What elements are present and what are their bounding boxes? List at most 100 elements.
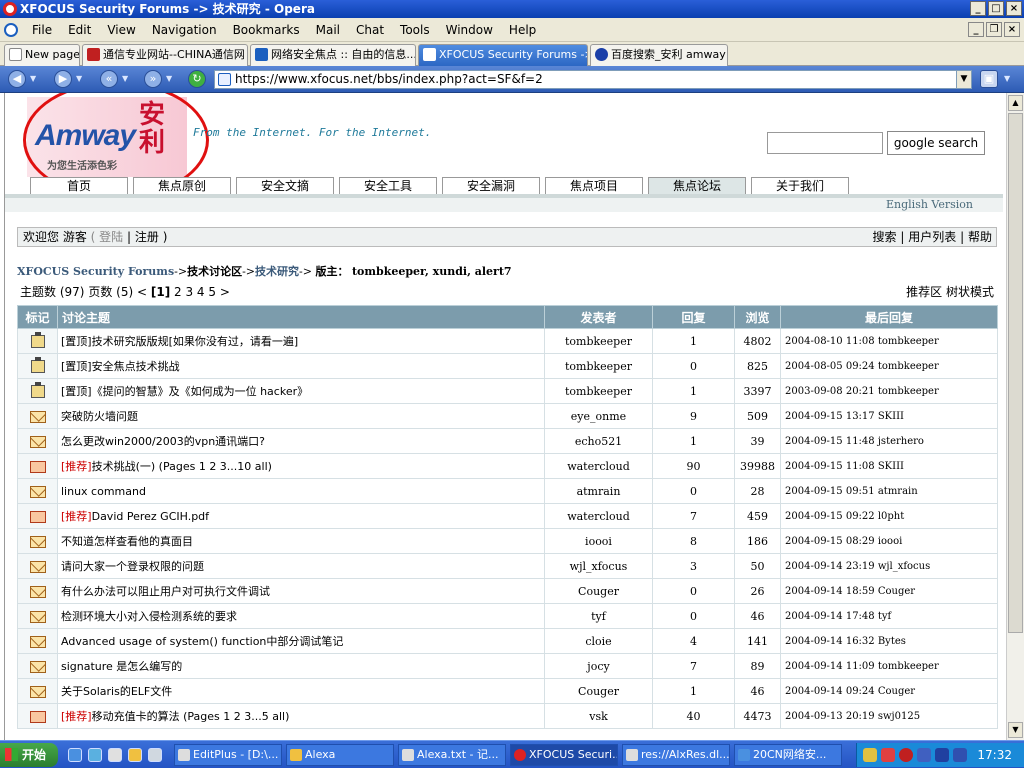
topic-author[interactable]: tombkeeper — [544, 328, 653, 354]
help-link[interactable]: 帮助 — [968, 230, 992, 244]
topic-title-link[interactable]: linux command — [61, 485, 146, 498]
task-20cn[interactable]: 20CN网络安... — [734, 744, 842, 766]
desktop-quicklaunch-icon[interactable] — [128, 748, 142, 762]
rewind-button[interactable]: « — [100, 70, 118, 88]
pager-next[interactable]: > — [220, 285, 230, 299]
task-alexa-notepad[interactable]: Alexa.txt - 记... — [398, 744, 506, 766]
topic-author[interactable]: vsk — [544, 703, 653, 729]
tray-opera-icon[interactable] — [899, 748, 913, 762]
fast-forward-button[interactable]: » — [144, 70, 162, 88]
nav-tools[interactable]: 安全工具 — [339, 177, 437, 195]
search-link[interactable]: 搜索 — [873, 230, 897, 244]
tab-xfocus-home[interactable]: 网络安全焦点 :: 自由的信息... — [250, 44, 416, 66]
topic-author[interactable]: watercloud — [544, 503, 653, 529]
close-button[interactable]: × — [1006, 1, 1022, 16]
menu-file[interactable]: File — [32, 23, 52, 37]
task-editplus[interactable]: EditPlus - [D:\... — [174, 744, 282, 766]
topic-title-link[interactable]: signature 是怎么编写的 — [61, 660, 182, 673]
nav-vulns[interactable]: 安全漏洞 — [442, 177, 540, 195]
forward-button[interactable]: ▶ — [54, 70, 72, 88]
topic-author[interactable]: tombkeeper — [544, 353, 653, 379]
login-link[interactable]: 登陆 — [99, 230, 123, 244]
nav-home[interactable]: 首页 — [30, 177, 128, 195]
topic-title-link[interactable]: David Perez GCIH.pdf — [92, 510, 209, 523]
pager-prev[interactable]: < — [137, 285, 147, 299]
panel-toggle-button[interactable]: ▣ — [980, 70, 998, 88]
tray-app-icon[interactable] — [881, 748, 895, 762]
topic-author[interactable]: ioooi — [544, 528, 653, 554]
doc-minimize-button[interactable]: _ — [968, 22, 984, 37]
english-version-link[interactable]: English Version — [886, 198, 973, 211]
register-link[interactable]: 注册 — [135, 230, 159, 244]
recommend-link[interactable]: 推荐区 — [906, 285, 942, 299]
menu-mail[interactable]: Mail — [316, 23, 340, 37]
tray-app-icon[interactable] — [917, 748, 931, 762]
nav-original[interactable]: 焦点原创 — [133, 177, 231, 195]
topic-last-reply[interactable]: 2004-09-15 09:51 atmrain — [780, 478, 998, 504]
tray-language-icon[interactable] — [935, 748, 949, 762]
topic-title-link[interactable]: 安全焦点技术挑战 — [92, 360, 180, 373]
scroll-down-icon[interactable]: ▼ — [1008, 722, 1023, 738]
google-search-input[interactable] — [767, 132, 883, 154]
scroll-up-icon[interactable]: ▲ — [1008, 95, 1023, 111]
topic-author[interactable]: atmrain — [544, 478, 653, 504]
topic-last-reply[interactable]: 2004-09-15 11:08 SKIII — [780, 453, 998, 479]
topic-last-reply[interactable]: 2004-09-15 13:17 SKIII — [780, 403, 998, 429]
topic-last-reply[interactable]: 2004-09-15 08:29 ioooi — [780, 528, 998, 554]
topic-author[interactable]: Couger — [544, 578, 653, 604]
fast-forward-menu-icon[interactable]: ▼ — [166, 74, 172, 83]
breadcrumb-section[interactable]: 技术讨论区 — [187, 265, 242, 278]
topic-last-reply[interactable]: 2004-09-14 11:09 tombkeeper — [780, 653, 998, 679]
topic-author[interactable]: tombkeeper — [544, 378, 653, 404]
topic-title-link[interactable]: 《提问的智慧》及《如何成为一位 hacker》 — [92, 385, 309, 398]
breadcrumb-forums[interactable]: XFOCUS Security Forums — [17, 265, 174, 278]
opera-menu-icon[interactable] — [4, 23, 18, 37]
menu-bookmarks[interactable]: Bookmarks — [233, 23, 300, 37]
tray-ime-icon[interactable] — [953, 748, 967, 762]
google-search-button[interactable]: google search — [887, 131, 985, 155]
minimize-button[interactable]: _ — [970, 1, 986, 16]
topic-last-reply[interactable]: 2004-08-05 09:24 tombkeeper — [780, 353, 998, 379]
topic-title-link[interactable]: 移动充值卡的算法 (Pages 1 2 3...5 all) — [92, 710, 290, 723]
doc-restore-button[interactable]: ❐ — [986, 22, 1002, 37]
topic-author[interactable]: echo521 — [544, 428, 653, 454]
topic-last-reply[interactable]: 2004-08-10 11:08 tombkeeper — [780, 328, 998, 354]
menu-help[interactable]: Help — [509, 23, 536, 37]
nav-digest[interactable]: 安全文摘 — [236, 177, 334, 195]
nav-forums[interactable]: 焦点论坛 — [648, 177, 746, 195]
tab-new-page[interactable]: New page — [4, 44, 80, 66]
topic-last-reply[interactable]: 2004-09-15 11:48 jsterhero — [780, 428, 998, 454]
explorer-quicklaunch-icon[interactable] — [108, 748, 122, 762]
vertical-scrollbar[interactable]: ▲ ▼ — [1006, 93, 1024, 740]
ie-quicklaunch-icon[interactable] — [68, 748, 82, 762]
topic-last-reply[interactable]: 2004-09-14 16:32 Bytes — [780, 628, 998, 654]
topic-author[interactable]: tyf — [544, 603, 653, 629]
task-alexa-folder[interactable]: Alexa — [286, 744, 394, 766]
menu-view[interactable]: View — [107, 23, 135, 37]
nav-projects[interactable]: 焦点项目 — [545, 177, 643, 195]
menu-navigation[interactable]: Navigation — [152, 23, 217, 37]
rewind-menu-icon[interactable]: ▼ — [122, 74, 128, 83]
forward-history-icon[interactable]: ▼ — [76, 74, 82, 83]
menu-chat[interactable]: Chat — [356, 23, 384, 37]
topic-last-reply[interactable]: 2004-09-14 09:24 Couger — [780, 678, 998, 704]
scroll-thumb[interactable] — [1008, 113, 1023, 633]
topic-last-reply[interactable]: 2003-09-08 20:21 tombkeeper — [780, 378, 998, 404]
topic-title-link[interactable]: 技术挑战(一) (Pages 1 2 3...10 all) — [92, 460, 272, 473]
task-res-alxres[interactable]: res://AlxRes.dl... — [622, 744, 730, 766]
tab-xfocus-forums[interactable]: XFOCUS Security Forums -> — [418, 44, 588, 66]
topic-title-link[interactable]: 请问大家一个登录权限的问题 — [61, 560, 204, 573]
menu-window[interactable]: Window — [446, 23, 493, 37]
topic-title-link[interactable]: 不知道怎样查看他的真面目 — [61, 535, 193, 548]
task-opera-xfocus[interactable]: XFOCUS Securi... — [510, 744, 618, 766]
topic-author[interactable]: watercloud — [544, 453, 653, 479]
tree-mode-link[interactable]: 树状模式 — [946, 285, 994, 299]
maximize-button[interactable]: □ — [988, 1, 1004, 16]
moderator-list[interactable]: tombkeeper, xundi, alert7 — [352, 265, 512, 278]
panel-menu-icon[interactable]: ▼ — [1004, 74, 1010, 83]
topic-author[interactable]: cloie — [544, 628, 653, 654]
topic-last-reply[interactable]: 2004-09-14 18:59 Couger — [780, 578, 998, 604]
topic-title-link[interactable]: Advanced usage of system() function中部分调试… — [61, 635, 343, 648]
topic-last-reply[interactable]: 2004-09-13 20:19 swj0125 — [780, 703, 998, 729]
topic-title-link[interactable]: 关于Solaris的ELF文件 — [61, 685, 172, 698]
